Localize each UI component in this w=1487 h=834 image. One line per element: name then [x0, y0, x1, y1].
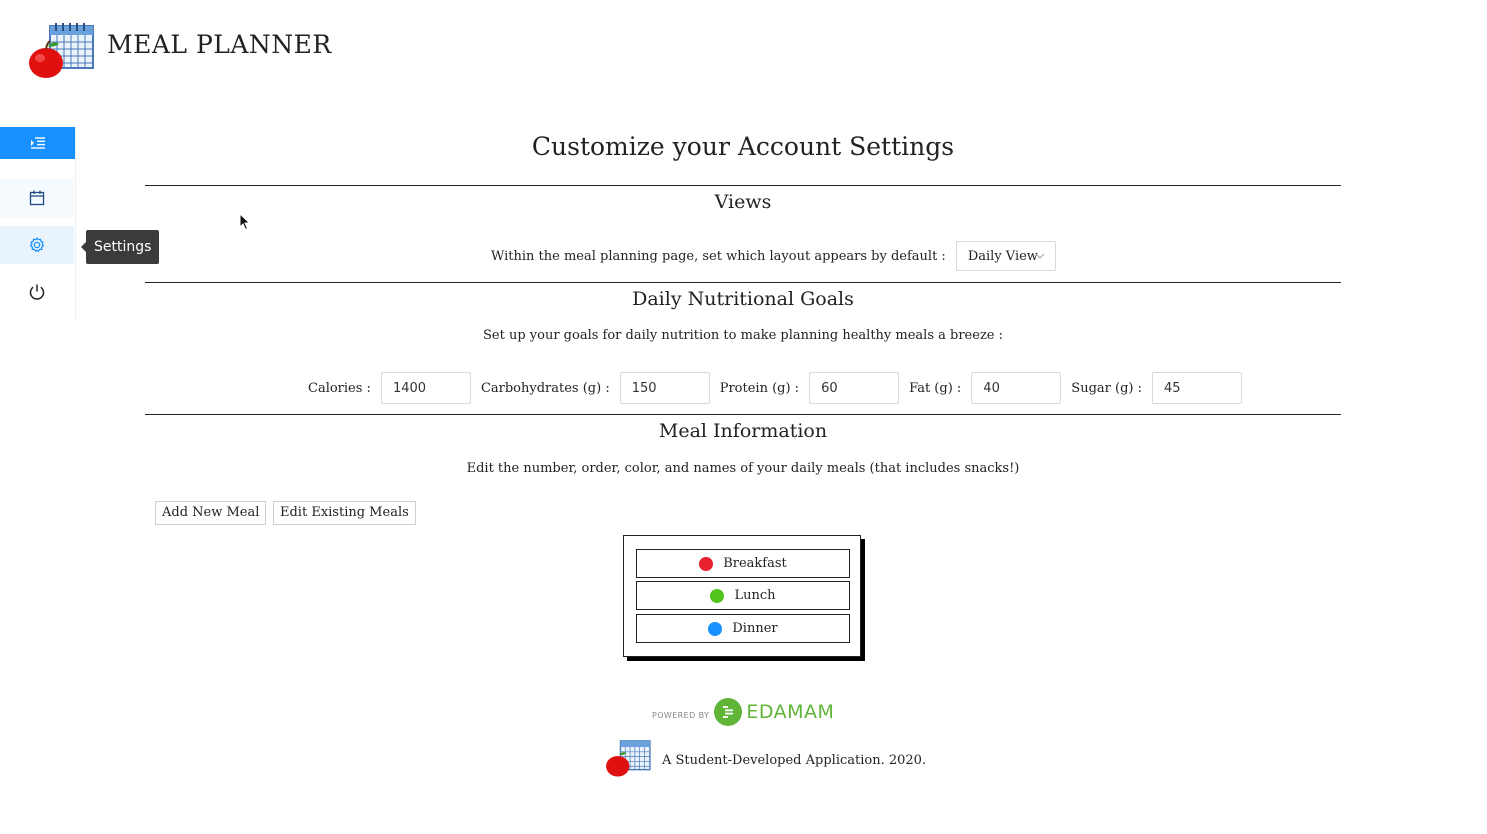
- gear-icon: [29, 237, 45, 252]
- protein-label: Protein (g) :: [719, 380, 800, 396]
- carbohydrates-label: Carbohydrates (g) :: [480, 380, 610, 396]
- default-view-select[interactable]: Daily View: [955, 241, 1056, 271]
- powered-by-edamam[interactable]: POWERED BY EDAMAM: [652, 698, 834, 726]
- sidebar-item-settings[interactable]: [0, 226, 74, 264]
- sugar-input[interactable]: [1151, 372, 1242, 404]
- sugar-label: Sugar (g) :: [1071, 380, 1142, 396]
- default-view-value: Daily View: [967, 248, 1038, 264]
- meal-planner-logo: [26, 22, 96, 80]
- mouse-cursor-icon: [239, 213, 251, 231]
- fat-input[interactable]: [971, 372, 1062, 404]
- goals-section-title: Daily Nutritional Goals: [632, 288, 854, 310]
- powered-by-label: POWERED BY: [652, 710, 710, 720]
- app-title: MEAL PLANNER: [107, 30, 332, 59]
- section-divider: [145, 414, 1341, 415]
- chevron-down-icon: [1035, 253, 1045, 259]
- meal-name: Lunch: [734, 588, 776, 603]
- edamam-logo-icon: [714, 698, 743, 726]
- section-divider: [145, 185, 1341, 186]
- default-view-label: Within the meal planning page, set which…: [491, 248, 946, 264]
- power-icon: [29, 284, 45, 300]
- default-view-row: Within the meal planning page, set which…: [491, 241, 1056, 271]
- meals-section-title: Meal Information: [658, 420, 828, 442]
- calendar-icon: [29, 190, 45, 206]
- add-new-meal-button[interactable]: Add New Meal: [155, 501, 267, 525]
- sidebar-item-logout[interactable]: [0, 273, 74, 311]
- meals-description: Edit the number, order, color, and names…: [466, 461, 1020, 476]
- meal-planner-logo-small: [604, 738, 652, 782]
- settings-tooltip: Settings: [80, 230, 160, 264]
- meal-name: Breakfast: [723, 556, 787, 571]
- meal-item-lunch[interactable]: Lunch: [636, 581, 850, 610]
- sidebar: [0, 127, 76, 320]
- protein-input[interactable]: [809, 372, 900, 404]
- goals-description: Set up your goals for daily nutrition to…: [483, 328, 1003, 343]
- calories-input[interactable]: [380, 372, 471, 404]
- meal-item-breakfast[interactable]: Breakfast: [636, 549, 850, 578]
- goals-fields-row: Calories : Carbohydrates (g) : Protein (…: [308, 372, 1252, 404]
- meal-color-dot: [710, 588, 725, 603]
- section-divider: [145, 282, 1341, 283]
- fat-label: Fat (g) :: [909, 380, 962, 396]
- page-title: Customize your Account Settings: [531, 132, 955, 161]
- sidebar-item-calendar[interactable]: [0, 179, 74, 217]
- meal-name: Dinner: [732, 621, 778, 636]
- meal-item-dinner[interactable]: Dinner: [636, 614, 850, 643]
- footer-credit-text: A Student-Developed Application. 2020.: [662, 752, 927, 768]
- meal-color-dot: [708, 621, 723, 636]
- edit-existing-meals-button[interactable]: Edit Existing Meals: [273, 501, 416, 525]
- calories-label: Calories :: [308, 380, 371, 396]
- sidebar-toggle-button[interactable]: [0, 127, 75, 159]
- views-section-title: Views: [714, 191, 772, 213]
- meal-color-dot: [699, 556, 714, 571]
- meal-list: Breakfast Lunch Dinner: [623, 535, 861, 657]
- menu-fold-icon: [30, 137, 45, 149]
- carbohydrates-input[interactable]: [619, 372, 710, 404]
- app-logo-block[interactable]: [26, 22, 96, 80]
- footer-credit: A Student-Developed Application. 2020.: [604, 738, 926, 782]
- edamam-wordmark: EDAMAM: [746, 701, 835, 723]
